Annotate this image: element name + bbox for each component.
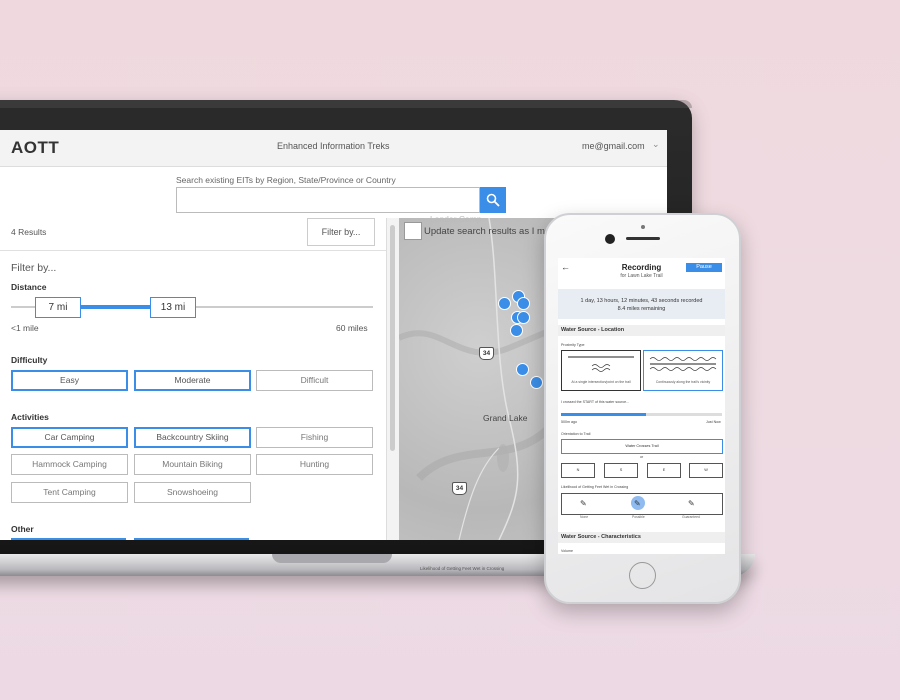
filter-panel-title: Filter by... — [11, 262, 57, 274]
activity-snowshoeing-chip[interactable]: Snowshoeing — [134, 482, 251, 503]
proximity-point-card[interactable]: At a single intersection/point on the tr… — [561, 350, 641, 391]
activity-backcountry-skiing-chip[interactable]: Backcountry Skiing — [134, 427, 251, 448]
laptop-notch — [272, 554, 392, 563]
user-menu[interactable]: me@gmail.com — [582, 141, 645, 151]
phone-sensor — [641, 225, 645, 229]
likelihood-none-label: None — [580, 515, 589, 519]
page-title: Enhanced Information Treks — [277, 141, 390, 151]
boot-wet-icon[interactable]: ✎ — [688, 499, 695, 508]
app-header: AOTT Enhanced Information Treks me@gmail… — [0, 130, 667, 167]
located-label: I crossed the START of this water source… — [561, 400, 630, 404]
water-point-icon — [568, 356, 634, 372]
difficulty-difficult-chip[interactable]: Difficult — [256, 370, 373, 391]
phone-speaker — [626, 237, 660, 240]
proximity-continuous-card[interactable]: Continuously along the trail's vicinity — [643, 350, 723, 391]
results-count: 4 Results — [11, 227, 47, 237]
proximity-continuous-caption: Continuously along the trail's vicinity — [655, 380, 711, 384]
phone-home-button[interactable] — [629, 562, 656, 589]
activity-hunting-chip[interactable]: Hunting — [256, 454, 373, 475]
orientation-label: Orientation to Trail — [561, 432, 591, 436]
time-min-label: 500m ago — [561, 420, 577, 424]
section-water-location: Water Source - Location — [558, 325, 725, 336]
chevron-down-icon[interactable]: ⌄ — [652, 139, 660, 150]
boot-dry-icon[interactable]: ✎ — [580, 499, 587, 508]
search-input[interactable] — [176, 187, 480, 213]
activity-mountain-biking-chip[interactable]: Mountain Biking — [134, 454, 251, 475]
difficulty-heading: Difficulty — [11, 355, 48, 365]
likelihood-possible-label: Possible — [632, 515, 645, 519]
map-pin[interactable] — [498, 297, 511, 310]
activity-tent-camping-chip[interactable]: Tent Camping — [11, 482, 128, 503]
distance-min-handle[interactable]: 7 mi — [35, 297, 81, 318]
divider — [0, 250, 386, 251]
distance-max-handle[interactable]: 13 mi — [150, 297, 196, 318]
filter-scrollbar-thumb[interactable] — [390, 225, 395, 451]
recording-remaining: 8.4 miles remaining — [617, 306, 666, 312]
other-chip-partial[interactable] — [134, 538, 249, 540]
difficulty-easy-chip[interactable]: Easy — [11, 370, 128, 391]
activity-hammock-camping-chip[interactable]: Hammock Camping — [11, 454, 128, 475]
distance-max-label: 60 miles — [336, 323, 368, 333]
direction-e-button[interactable]: E — [647, 463, 681, 478]
boot-possible-icon[interactable]: ✎ — [634, 499, 641, 508]
direction-w-button[interactable]: W — [689, 463, 723, 478]
other-heading: Other — [11, 524, 34, 534]
search-label: Search existing EITs by Region, State/Pr… — [176, 175, 396, 185]
phone-screen: ← Recording for Lawn Lake Trail Pause 1 … — [558, 258, 725, 554]
section-water-characteristics: Water Source - Characteristics — [558, 532, 725, 543]
activity-fishing-chip[interactable]: Fishing — [256, 427, 373, 448]
filter-by-button[interactable]: Filter by... — [307, 218, 375, 246]
recording-subtitle: for Lawn Lake Trail — [620, 273, 663, 279]
search-icon — [486, 193, 500, 207]
volume-label: Volume — [561, 549, 573, 553]
highway-shield-icon: 34 — [452, 482, 467, 495]
difficulty-moderate-chip[interactable]: Moderate — [134, 370, 251, 391]
water-continuous-icon — [649, 357, 717, 371]
proximity-point-caption: At a single intersection/point on the tr… — [571, 380, 631, 384]
direction-n-button[interactable]: N — [561, 463, 595, 478]
map-pin[interactable] — [517, 297, 530, 310]
search-button[interactable] — [480, 187, 506, 213]
activity-car-camping-chip[interactable]: Car Camping — [11, 427, 128, 448]
activities-heading: Activities — [11, 412, 49, 422]
likelihood-label: Likelihood of Getting Feet Wet in Crossi… — [561, 485, 629, 489]
map-place-label: Lander Camp — [430, 214, 482, 224]
likelihood-guaranteed-label: Guaranteed — [682, 515, 700, 519]
app-logo[interactable]: AOTT — [11, 138, 59, 158]
other-chip-partial[interactable] — [11, 538, 126, 540]
recording-duration: 1 day, 13 hours, 12 minutes, 43 seconds … — [580, 298, 703, 304]
laptop-base-caption: Likelihood of Getting Feet Wet in Crossi… — [420, 566, 505, 571]
distance-heading: Distance — [11, 282, 47, 292]
map-pin[interactable] — [516, 363, 529, 376]
update-results-checkbox[interactable] — [404, 222, 422, 240]
map-pin[interactable] — [510, 324, 523, 337]
direction-s-button[interactable]: S — [604, 463, 638, 478]
highway-shield-icon: 34 — [479, 347, 494, 360]
phone-camera — [605, 234, 615, 244]
map-place-label: Grand Lake — [483, 413, 528, 423]
phone: ← Recording for Lawn Lake Trail Pause 1 … — [544, 213, 741, 604]
or-label: or — [640, 455, 644, 459]
map-pin[interactable] — [530, 376, 543, 389]
time-slider-fill — [561, 413, 646, 416]
orientation-crosses-button[interactable]: Water Crosses Trail — [561, 439, 723, 454]
recording-status-panel — [558, 289, 725, 319]
time-max-label: Just Now — [706, 420, 721, 424]
map-pin[interactable] — [517, 311, 530, 324]
proximity-label: Proximity Type — [561, 343, 585, 347]
distance-min-label: <1 mile — [11, 323, 39, 333]
pause-button[interactable]: Pause — [686, 263, 722, 272]
